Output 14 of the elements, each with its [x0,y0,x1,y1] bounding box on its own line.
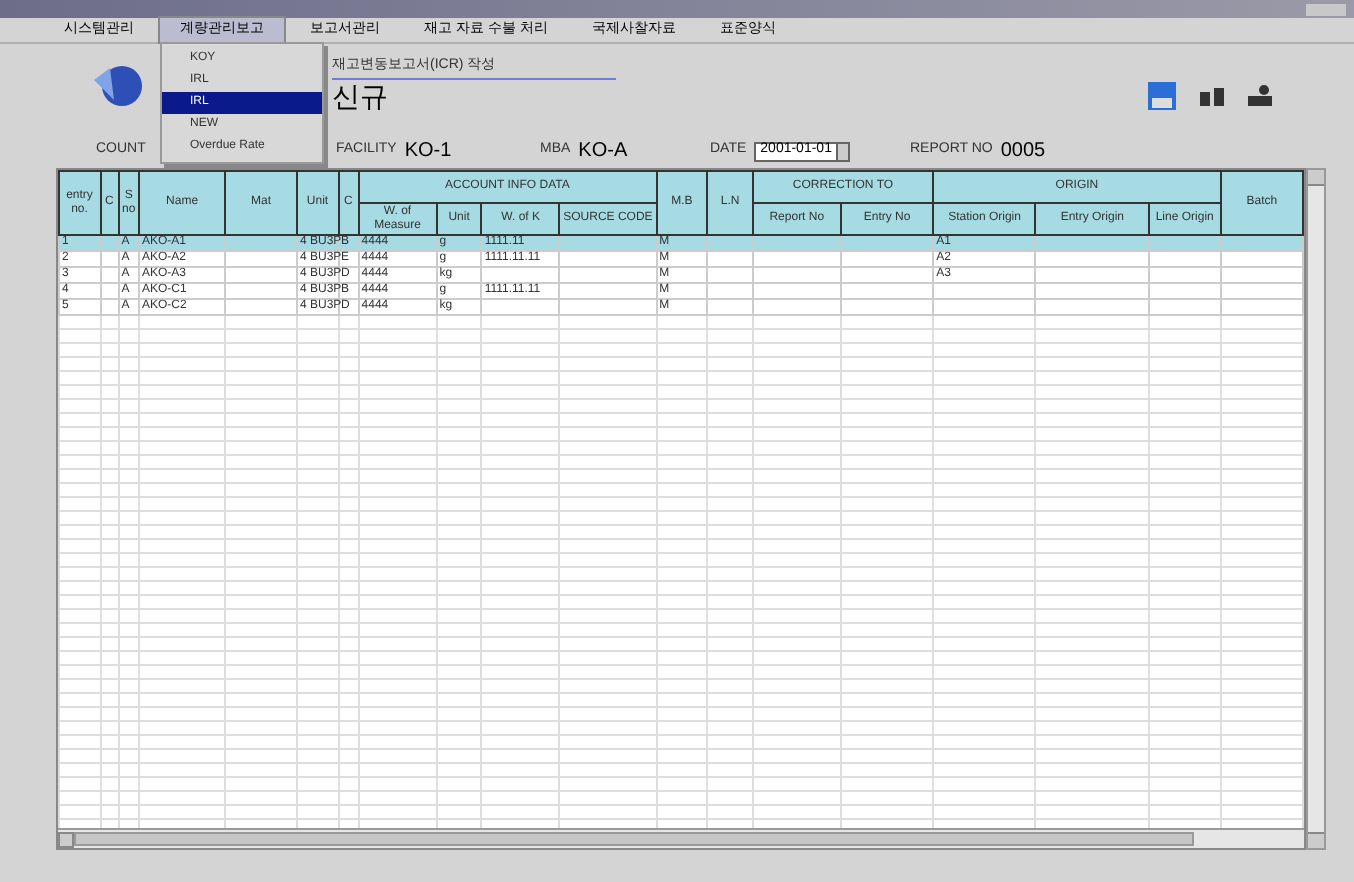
scroll-left-icon[interactable] [58,831,74,847]
globe-icon [90,60,146,112]
people-icon[interactable] [1246,84,1274,108]
field-value: 0005 [1000,138,1046,166]
scroll-up-icon[interactable] [1308,170,1324,186]
horizontal-scrollbar[interactable] [58,828,1304,848]
window-controls-icon[interactable] [1306,3,1346,15]
scrollbar-thumb[interactable] [74,832,1194,846]
scroll-down-icon[interactable] [1308,832,1324,848]
field-value: KO-A [578,138,628,166]
vertical-scrollbar[interactable] [1306,168,1326,850]
field-value: KO-1 [404,138,452,166]
form-title: 신규 [332,79,390,111]
save-icon[interactable] [1146,80,1178,112]
